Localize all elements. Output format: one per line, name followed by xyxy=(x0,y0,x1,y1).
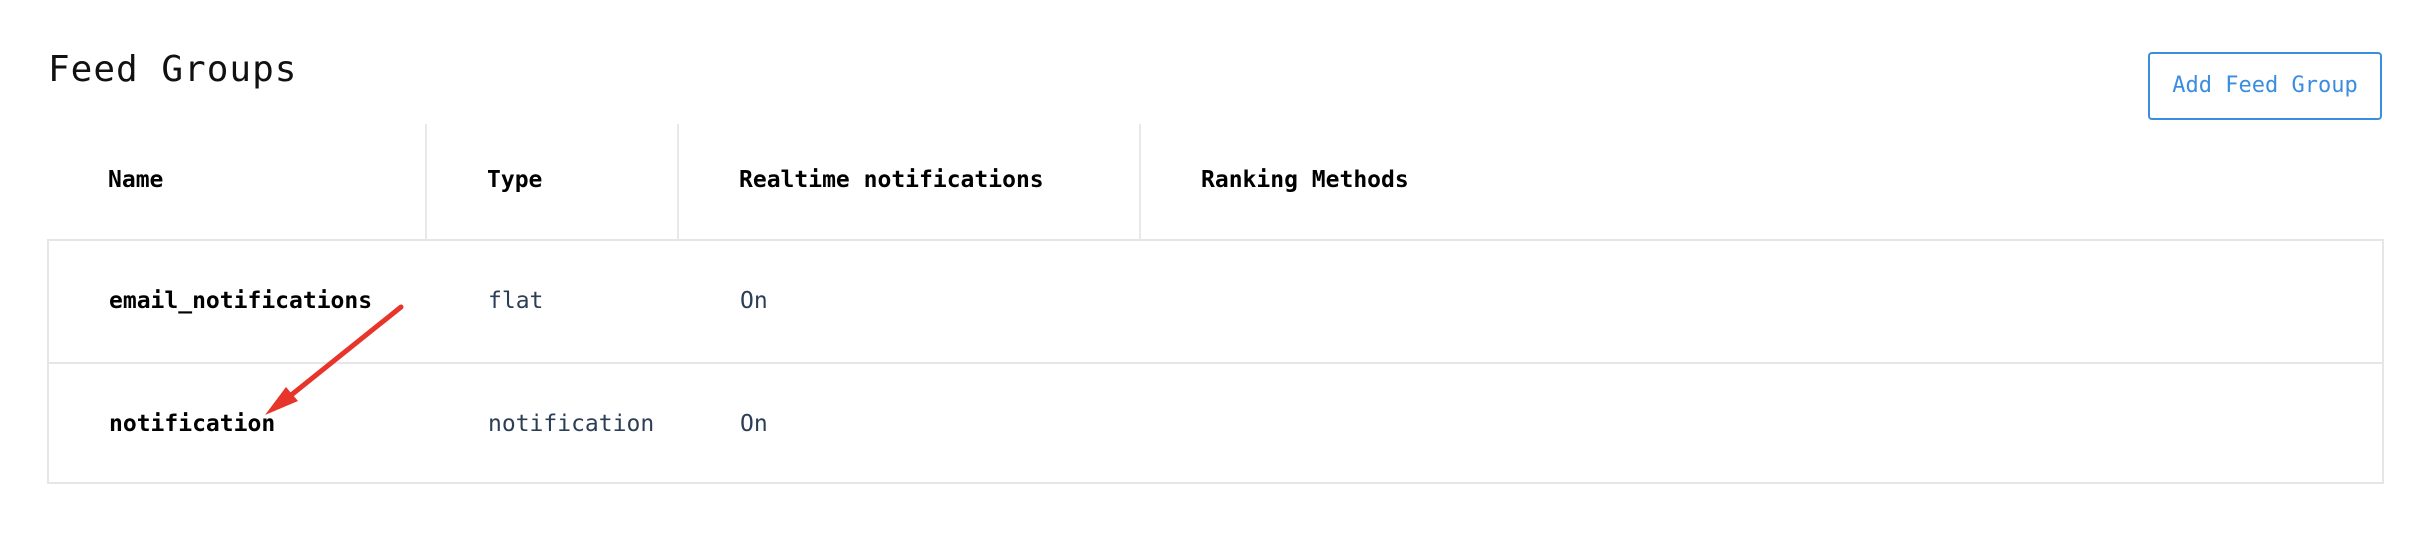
page-title: Feed Groups xyxy=(48,49,298,90)
feed-group-name[interactable]: notification xyxy=(109,408,275,440)
table-body: email_notifications flat On notification… xyxy=(47,239,2384,484)
column-header-name[interactable]: Name xyxy=(108,164,163,196)
column-divider xyxy=(425,124,427,239)
column-divider xyxy=(1139,124,1141,239)
table-header: Name Type Realtime notifications Ranking… xyxy=(47,124,2384,239)
feed-group-type: notification xyxy=(488,411,655,437)
feed-group-realtime: On xyxy=(740,288,768,314)
column-header-type[interactable]: Type xyxy=(487,164,542,196)
table-row[interactable]: notification notification On xyxy=(49,362,2382,485)
feed-groups-table: Name Type Realtime notifications Ranking… xyxy=(47,124,2384,484)
column-header-ranking[interactable]: Ranking Methods xyxy=(1201,164,1409,196)
feed-groups-panel: Feed Groups Add Feed Group Name Type Rea… xyxy=(0,0,2414,544)
table-row[interactable]: email_notifications flat On xyxy=(49,241,2382,362)
feed-group-type: flat xyxy=(488,288,544,314)
feed-group-realtime: On xyxy=(740,411,768,437)
column-divider xyxy=(677,124,679,239)
feed-group-name[interactable]: email_notifications xyxy=(109,285,372,317)
column-header-realtime[interactable]: Realtime notifications xyxy=(739,164,1044,196)
add-feed-group-button[interactable]: Add Feed Group xyxy=(2148,52,2382,120)
